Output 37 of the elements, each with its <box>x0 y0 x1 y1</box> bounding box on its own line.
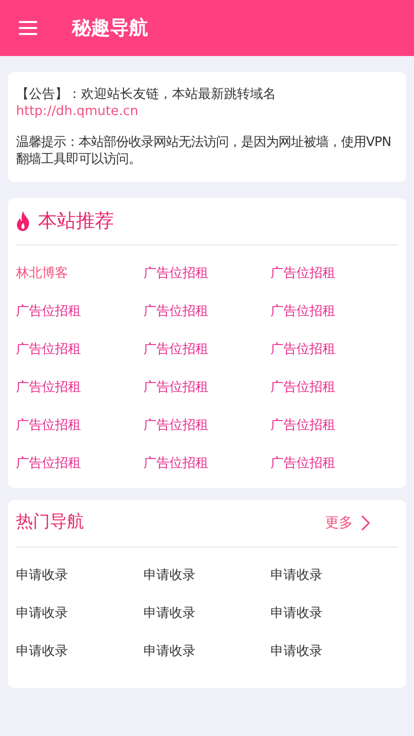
site-link[interactable]: 申请收录 <box>270 568 323 583</box>
site-link[interactable]: 广告位招租 <box>270 304 336 319</box>
site-link[interactable]: 申请收录 <box>270 606 323 621</box>
site-link[interactable]: 广告位招租 <box>270 418 336 433</box>
section-title: 本站推荐 <box>38 208 114 234</box>
site-link[interactable]: 广告位招租 <box>16 418 81 433</box>
site-link[interactable]: 广告位招租 <box>143 266 208 281</box>
site-link[interactable]: 广告位招租 <box>143 304 208 319</box>
site-link[interactable]: 广告位招租 <box>16 456 81 471</box>
site-link[interactable]: 申请收录 <box>16 606 68 621</box>
site-link[interactable]: 申请收录 <box>16 644 68 659</box>
tip-text: 温馨提示：本站部份收录网站无法访问，是因为网址被墙，使用VPN翻墙工具即可以访问。 <box>16 134 392 168</box>
chevron-right-icon <box>361 515 370 531</box>
site-link[interactable]: 广告位招租 <box>270 342 336 357</box>
site-title: 秘趣导航 <box>72 16 148 41</box>
site-link[interactable]: 广告位招租 <box>143 342 208 357</box>
site-link[interactable]: 申请收录 <box>143 606 196 621</box>
announcement-text: 【公告】：欢迎站长友链，本站最新跳转域名 <box>16 86 277 103</box>
site-link[interactable]: 广告位招租 <box>143 418 208 433</box>
menu-icon[interactable] <box>19 21 37 35</box>
site-link[interactable]: 申请收录 <box>143 644 196 659</box>
section-title: 热门导航 <box>16 511 84 534</box>
site-link[interactable]: 广告位招租 <box>270 380 336 395</box>
site-link[interactable]: 申请收录 <box>143 568 196 583</box>
domain-link[interactable]: http://dh.qmute.cn <box>16 103 138 120</box>
site-link[interactable]: 广告位招租 <box>143 380 208 395</box>
site-link[interactable]: 广告位招租 <box>16 380 81 395</box>
site-link[interactable]: 广告位招租 <box>270 266 336 281</box>
site-link[interactable]: 广告位招租 <box>270 456 336 471</box>
site-link[interactable]: 广告位招租 <box>16 304 81 319</box>
site-link[interactable]: 申请收录 <box>16 568 68 583</box>
flame-icon <box>16 211 30 231</box>
site-link[interactable]: 申请收录 <box>270 644 323 659</box>
site-link[interactable]: 广告位招租 <box>143 456 208 471</box>
more-link[interactable]: 更多 <box>325 512 370 534</box>
site-link[interactable]: 林北博客 <box>16 266 68 281</box>
site-link[interactable]: 广告位招租 <box>16 342 81 357</box>
